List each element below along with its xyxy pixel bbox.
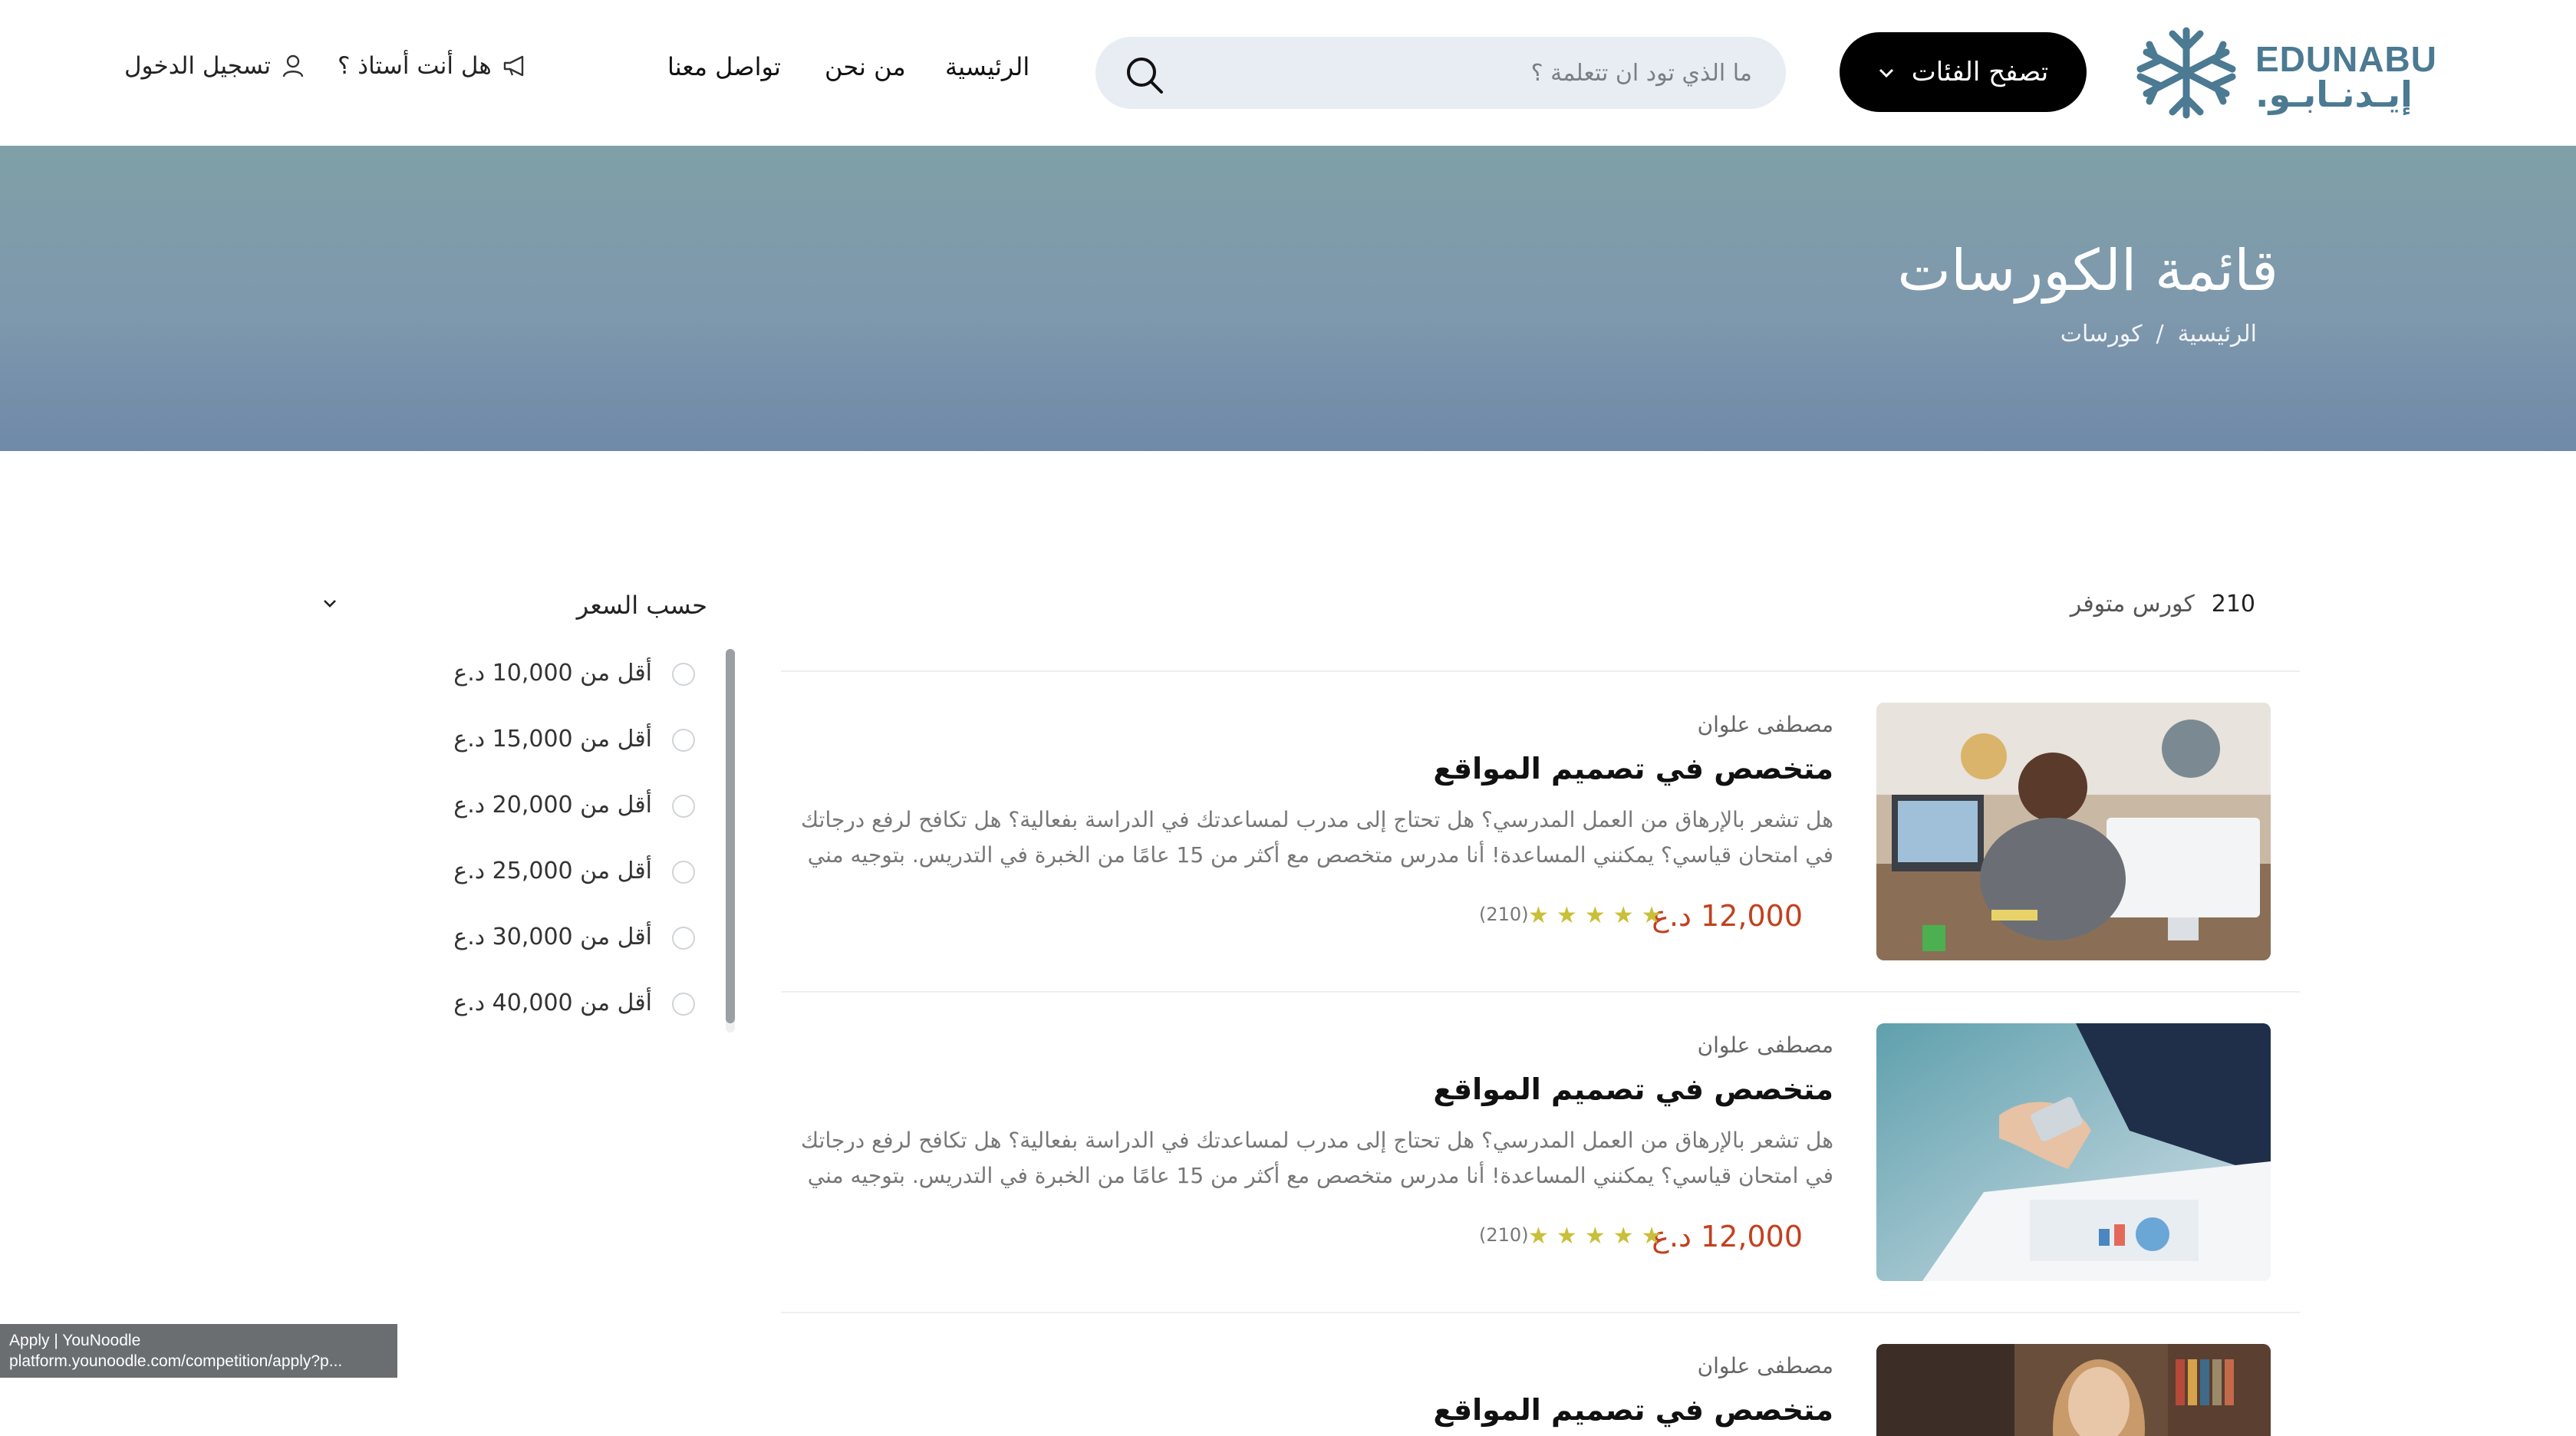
status-url: platform.younoodle.com/competition/apply… xyxy=(9,1352,343,1370)
search-input[interactable] xyxy=(1217,52,1754,94)
become-teacher-link[interactable]: هل أنت أستاذ ؟ xyxy=(338,52,529,80)
nav-about-link[interactable]: من نحن xyxy=(825,52,906,81)
rating-stars: ★ ★ ★ ★ ★ xyxy=(1528,902,1662,929)
star-icon: ★ xyxy=(1584,902,1606,929)
course-description-line: في امتحان قياسي؟ يمكنني المساعدة! أنا مد… xyxy=(807,842,1833,868)
site-header: EDUNABU إيـدنـابـو. تصفح الفئات الرئيسية… xyxy=(0,0,2576,146)
link-status-tooltip: Apply | YouNoodle platform.younoodle.com… xyxy=(0,1324,397,1378)
course-image-phone xyxy=(1876,1023,2271,1281)
price-option[interactable]: أقل من 25,000 د.ع xyxy=(419,853,695,890)
course-description-line: في امتحان قياسي؟ يمكنني المساعدة! أنا مد… xyxy=(807,1163,1833,1188)
star-icon: ★ xyxy=(1641,902,1662,929)
course-description: هل تشعر بالإرهاق من العمل المدرسي؟ هل تح… xyxy=(759,1123,1833,1194)
star-icon: ★ xyxy=(1584,1223,1606,1250)
course-description: هل تشعر بالإرهاق من العمل المدرسي؟ هل تح… xyxy=(759,802,1833,873)
course-image-office xyxy=(1876,703,2271,960)
course-price: 12,000 د.ع xyxy=(1652,899,1803,933)
results-count: 210 كورس متوفر xyxy=(2070,591,2255,618)
course-description-line: هل تشعر بالإرهاق من العمل المدرسي؟ هل تح… xyxy=(801,807,1833,832)
course-thumbnail[interactable] xyxy=(1876,1344,2271,1436)
nav-home-link[interactable]: الرئيسية xyxy=(945,52,1029,81)
browse-categories-label: تصفح الفئات xyxy=(1911,57,2049,87)
star-icon: ★ xyxy=(1556,1223,1577,1250)
search-bar xyxy=(1095,37,1786,109)
radio-button[interactable] xyxy=(672,927,695,950)
chevron-down-icon[interactable] xyxy=(321,594,339,612)
review-count: (210) xyxy=(1479,1224,1529,1246)
logo-text-ar: إيـدنـابـو. xyxy=(2255,74,2413,115)
course-title[interactable]: متخصص في تصميم المواقع xyxy=(1433,752,1833,786)
price-option[interactable]: أقل من 20,000 د.ع xyxy=(419,787,695,824)
browse-categories-button[interactable]: تصفح الفئات xyxy=(1840,32,2087,112)
price-option-label: أقل من 10,000 د.ع xyxy=(453,660,652,687)
breadcrumb: الرئيسية / كورسات xyxy=(2060,321,2257,347)
status-title: Apply | YouNoodle xyxy=(9,1332,141,1349)
filter-scrollbar[interactable] xyxy=(726,649,735,1023)
course-thumbnail[interactable] xyxy=(1876,1023,2271,1281)
price-option[interactable]: أقل من 30,000 د.ع xyxy=(419,919,695,956)
chevron-down-icon xyxy=(1878,61,1895,84)
course-title[interactable]: متخصص في تصميم المواقع xyxy=(1433,1393,1833,1427)
star-icon: ★ xyxy=(1528,902,1549,929)
price-filter-title: حسب السعر xyxy=(576,591,707,620)
price-option[interactable]: أقل من 15,000 د.ع xyxy=(419,721,695,758)
course-card[interactable]: مصطفى علوان متخصص في تصميم المواقع xyxy=(781,1313,2300,1436)
price-option-label: أقل من 15,000 د.ع xyxy=(453,726,652,753)
star-icon: ★ xyxy=(1612,1223,1634,1250)
star-icon: ★ xyxy=(1528,1223,1549,1250)
review-count: (210) xyxy=(1479,904,1529,925)
course-card[interactable]: مصطفى علوان متخصص في تصميم المواقع هل تش… xyxy=(781,672,2300,993)
nav-contact-link[interactable]: تواصل معنا xyxy=(667,52,781,81)
price-option[interactable]: أقل من 40,000 د.ع xyxy=(419,985,695,1022)
results-count-number: 210 xyxy=(2211,591,2255,618)
page-hero-banner: قائمة الكورسات الرئيسية / كورسات xyxy=(0,146,2576,451)
megaphone-icon xyxy=(503,55,523,77)
course-price: 12,000 د.ع xyxy=(1652,1220,1803,1253)
course-title[interactable]: متخصص في تصميم المواقع xyxy=(1433,1072,1833,1106)
course-author[interactable]: مصطفى علوان xyxy=(1698,1353,1833,1378)
rating-stars: ★ ★ ★ ★ ★ xyxy=(1528,1223,1662,1250)
price-option-label: أقل من 30,000 د.ع xyxy=(453,924,652,950)
price-option-label: أقل من 40,000 د.ع xyxy=(453,990,652,1016)
breadcrumb-home-link[interactable]: الرئيسية xyxy=(2178,321,2257,347)
price-filter-header[interactable]: حسب السعر xyxy=(321,591,707,627)
radio-button[interactable] xyxy=(672,993,695,1016)
course-image-library xyxy=(1876,1344,2271,1436)
breadcrumb-separator: / xyxy=(2156,321,2164,347)
become-teacher-label: هل أنت أستاذ ؟ xyxy=(338,52,492,80)
star-icon: ★ xyxy=(1556,902,1577,929)
price-option[interactable]: أقل من 10,000 د.ع xyxy=(419,655,695,692)
login-link[interactable]: تسجيل الدخول xyxy=(124,52,305,80)
radio-button[interactable] xyxy=(672,795,695,818)
page-title: قائمة الكورسات xyxy=(1897,238,2278,304)
radio-button[interactable] xyxy=(672,663,695,686)
radio-button[interactable] xyxy=(672,861,695,884)
login-label: تسجيل الدخول xyxy=(124,52,272,80)
course-card[interactable]: مصطفى علوان متخصص في تصميم المواقع هل تش… xyxy=(781,993,2300,1313)
snowflake-logo-icon xyxy=(2136,27,2236,119)
course-author[interactable]: مصطفى علوان xyxy=(1698,712,1833,737)
price-option-label: أقل من 20,000 د.ع xyxy=(453,792,652,818)
price-option-label: أقل من 25,000 د.ع xyxy=(453,858,652,884)
course-author[interactable]: مصطفى علوان xyxy=(1698,1033,1833,1058)
course-thumbnail[interactable] xyxy=(1876,703,2271,960)
breadcrumb-current: كورسات xyxy=(2060,321,2143,347)
star-icon: ★ xyxy=(1641,1223,1662,1250)
star-icon: ★ xyxy=(1612,902,1634,929)
search-icon[interactable] xyxy=(1123,54,1166,97)
site-logo[interactable]: EDUNABU إيـدنـابـو. xyxy=(2133,23,2436,123)
radio-button[interactable] xyxy=(672,729,695,752)
user-icon xyxy=(282,54,304,77)
course-description-line: هل تشعر بالإرهاق من العمل المدرسي؟ هل تح… xyxy=(801,1128,1833,1153)
results-count-label: كورس متوفر xyxy=(2070,591,2195,618)
